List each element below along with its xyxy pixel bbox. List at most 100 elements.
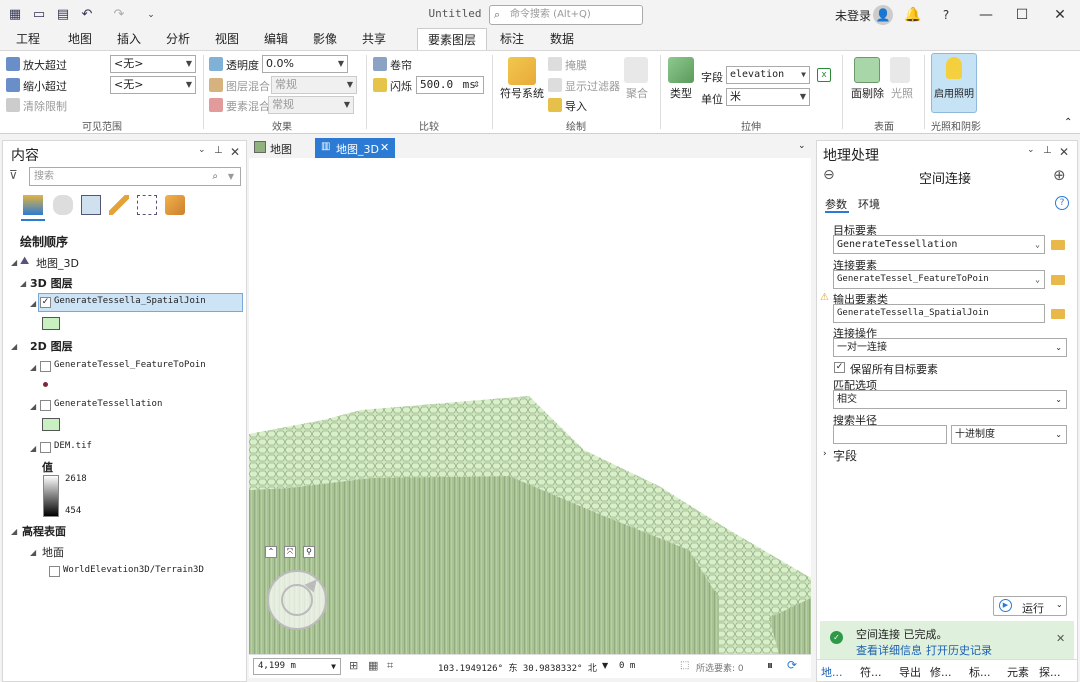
search-radius-unit-select[interactable]: 十进制度 ⌄ [951,425,1067,444]
tab-map[interactable]: 地图 [68,30,92,47]
full-extent-icon[interactable]: ⤧ [284,546,296,558]
tab-view[interactable]: 视图 [215,30,239,47]
keep-all-checkbox[interactable]: ✓ [834,362,845,373]
import-button[interactable]: 导入 [565,98,587,114]
list-by-drawing-order-icon[interactable] [23,195,43,215]
tree-group-3d[interactable]: 3D 图层 [30,275,73,291]
list-by-selection-icon[interactable] [81,195,101,215]
tab-project[interactable]: 工程 [16,30,40,47]
join-operation-select[interactable]: 一对一连接 ⌄ [833,338,1067,357]
customize-qa-icon[interactable]: ⌄ [142,6,160,24]
open-history-link[interactable]: 打开历史记录 [926,642,992,658]
list-by-snapping-icon[interactable] [137,195,157,215]
tree-layer-spatialjoin[interactable]: GenerateTessella_SpatialJoin [54,296,206,306]
tab-feature-layer[interactable]: 要素图层 [417,28,488,50]
list-by-editing-icon[interactable] [109,195,129,215]
pane-tab-export[interactable]: 导出 [899,664,921,680]
pane-tab-modify[interactable]: 修... [930,664,952,680]
swipe-button[interactable]: 卷帘 [390,57,412,73]
back-icon[interactable]: ⊖ [823,167,835,183]
tab-parameters[interactable]: 参数 [825,196,847,212]
tab-insert[interactable]: 插入 [117,30,141,47]
browse-folder-icon[interactable] [1051,275,1065,285]
pane-tab-labeling[interactable]: 标... [969,664,991,680]
fields-section[interactable]: 字段 [833,447,857,464]
layer-visibility-checkbox[interactable] [40,442,51,453]
zoom-out-beyond-button[interactable]: 缩小超过 [23,78,67,94]
expression-icon[interactable]: x [817,68,831,82]
tree-group-2d[interactable]: 2D 图层 [30,338,73,354]
symbology-button[interactable]: 符号系统 [500,85,544,101]
pin-icon[interactable]: ⊥ [1043,145,1052,156]
zoom-in-select[interactable]: <无> ▼ [110,55,196,73]
output-feature-class-input[interactable]: GenerateTessella_SpatialJoin [833,304,1045,323]
layer-visibility-checkbox[interactable]: ✓ [40,297,51,308]
redo-icon[interactable]: ↷ [110,6,128,24]
add-tool-icon[interactable]: ⊕ [1053,166,1066,184]
help-icon[interactable]: ? [1055,196,1069,210]
browse-folder-icon[interactable] [1051,240,1065,250]
notification-icon[interactable]: 🔔 [901,4,925,26]
tree-map-3d[interactable]: 地图_3D [36,255,79,271]
pane-menu-icon[interactable]: ⌄ [198,145,206,155]
view-details-link[interactable]: 查看详细信息 [856,642,922,658]
show-filter-button[interactable]: 显示过滤器 [565,78,620,94]
field-select[interactable]: elevation ▼ [726,66,810,84]
tab-labeling[interactable]: 标注 [500,30,524,47]
zoom-in-beyond-button[interactable]: 放大超过 [23,57,67,73]
chevron-down-icon[interactable]: ▼ [602,661,608,670]
pane-menu-icon[interactable]: ⌄ [1027,145,1035,155]
layer-visibility-checkbox[interactable] [40,361,51,372]
search-radius-input[interactable] [833,425,947,444]
tab-analysis[interactable]: 分析 [166,30,190,47]
filter-icon[interactable]: ⊽ [9,168,18,182]
list-by-labeling-icon[interactable] [165,195,185,215]
tree-ground[interactable]: 地面 [42,544,64,560]
expand-icon[interactable]: › [823,449,827,459]
dismiss-icon[interactable]: ✕ [1056,632,1065,645]
minimize-button[interactable]: — [974,4,998,26]
face-culling-button[interactable]: 面剔除 [851,85,884,101]
maximize-button[interactable]: ☐ [1010,4,1034,26]
pane-tab-geoprocessing[interactable]: 地... [821,664,843,680]
tree-elevation-surfaces[interactable]: 高程表面 [22,523,66,539]
collapse-icon[interactable]: ◢ [30,402,36,411]
save-icon[interactable]: ▤ [54,6,72,24]
pin-icon[interactable]: ⊥ [214,145,223,156]
navigator-ring[interactable] [267,570,327,630]
tab-map-view[interactable]: 地图 [270,141,292,157]
extrusion-type-button[interactable]: 类型 [670,85,692,101]
collapse-icon[interactable]: ◢ [11,258,17,267]
pane-tab-explore[interactable]: 探... [1039,664,1061,680]
run-button[interactable]: ▶ 运行 ⌄ [993,596,1067,616]
transparency-input[interactable]: 0.0% ▼ [262,55,348,73]
open-icon[interactable]: ▭ [30,6,48,24]
tree-layer-featuretopoint[interactable]: GenerateTessel_FeatureToPoin [54,360,206,370]
refresh-icon[interactable]: ⟳ [787,658,797,672]
collapse-icon[interactable]: ◢ [30,548,36,557]
layer-visibility-checkbox[interactable] [49,566,60,577]
collapse-ribbon-icon[interactable]: ⌃ [1064,117,1072,128]
collapse-icon[interactable]: ◢ [11,527,17,536]
map-3d-canvas[interactable]: ⌃ ⤧ ⚲ [249,158,811,654]
collapse-icon[interactable]: ◢ [30,363,36,372]
login-status[interactable]: 未登录 [835,7,871,24]
tab-imagery[interactable]: 影像 [313,30,337,47]
collapse-icon[interactable]: ◢ [30,444,36,453]
coordinate-system-icon[interactable]: ⌗ [387,659,393,673]
join-features-select[interactable]: GenerateTessel_FeatureToPoin ⌄ [833,270,1045,289]
table-icon[interactable]: ▦ [368,659,378,672]
clear-limits-button[interactable]: 清除限制 [23,98,67,114]
tab-environments[interactable]: 环境 [858,196,880,212]
tab-edit[interactable]: 编辑 [264,30,288,47]
first-person-icon[interactable]: ⚲ [303,546,315,558]
layer-blend-select[interactable]: 常规 ▼ [271,76,357,94]
command-search-input[interactable]: ⌕ 命令搜索 (Alt+Q) [489,5,643,25]
tree-layer-terrain[interactable]: WorldElevation3D/Terrain3D [63,565,204,575]
tree-layer-dem[interactable]: DEM.tif [54,441,92,451]
close-button[interactable]: ✕ [1048,4,1072,26]
navigator-inner-ring[interactable] [281,584,313,616]
undo-icon[interactable]: ↶ [78,6,96,24]
list-by-source-icon[interactable] [53,195,73,215]
collapse-icon[interactable]: ◢ [11,342,17,351]
